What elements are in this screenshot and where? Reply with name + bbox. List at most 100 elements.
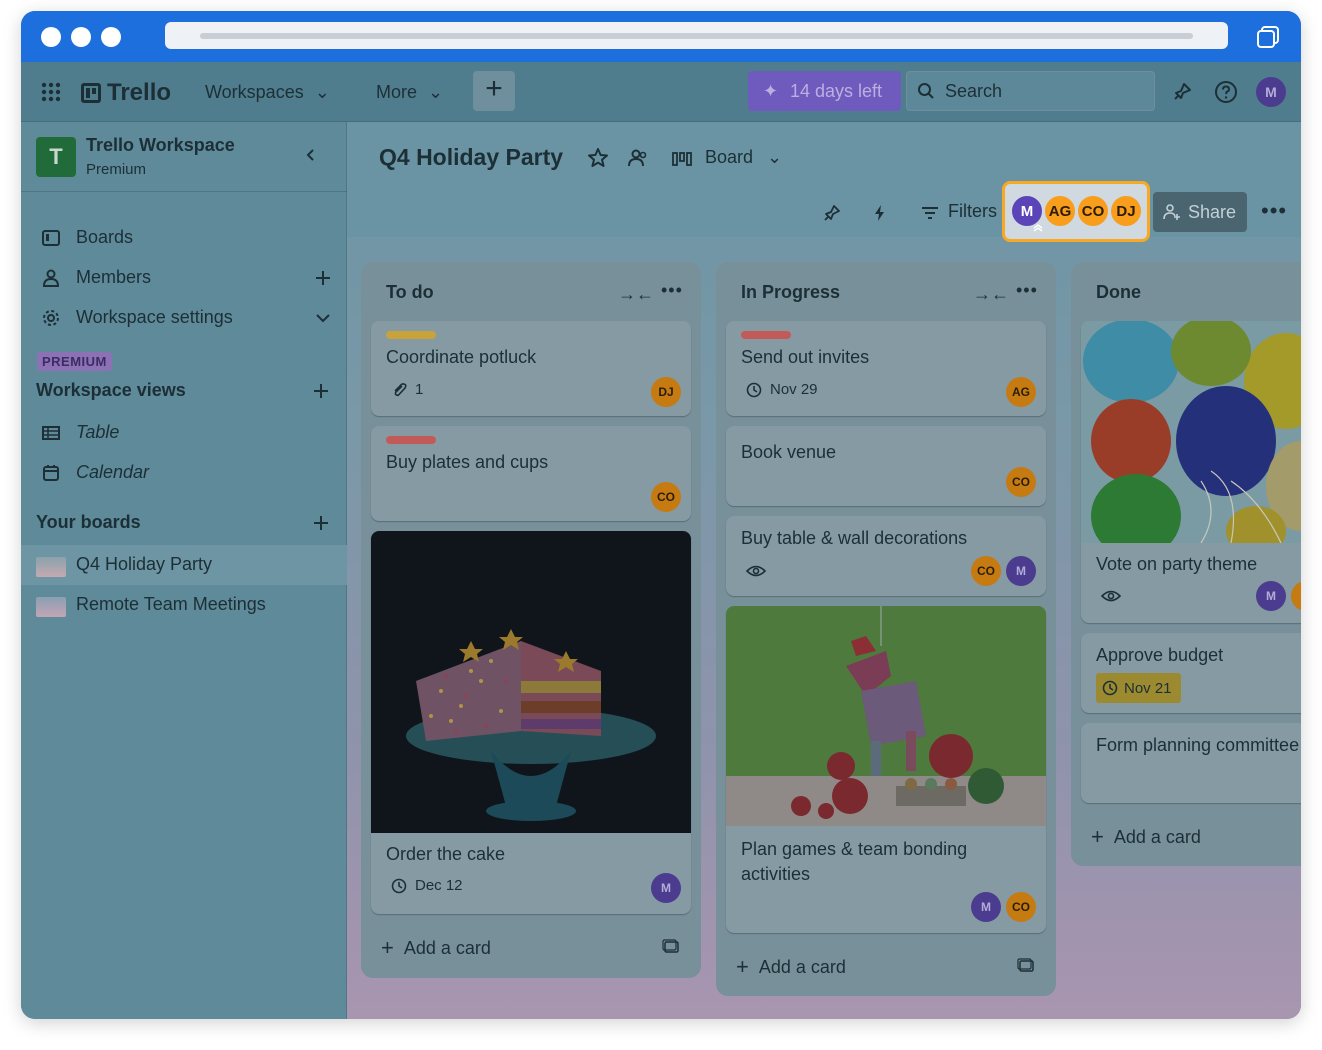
board-link-q4-holiday-party[interactable]: Q4 Holiday Party [21, 545, 347, 585]
create-button[interactable]: + [473, 71, 515, 111]
card-member-avatar[interactable]: M [1256, 581, 1286, 611]
cake-cover-image [371, 531, 691, 833]
card-member-avatar[interactable]: M [1006, 556, 1036, 586]
power-ups-icon[interactable] [821, 202, 843, 224]
board-members[interactable]: M AG CO DJ [1002, 181, 1150, 242]
sidebar-item-workspace-settings[interactable]: Workspace settings [21, 298, 347, 338]
card-member-avatar[interactable]: DJ [651, 377, 681, 407]
trial-label: 14 days left [790, 81, 883, 101]
card-member-avatar[interactable]: CO [1006, 467, 1036, 497]
card-badges: 1 [391, 381, 423, 398]
your-boards-heading: Your boards [36, 512, 141, 532]
card-label-red[interactable] [386, 436, 436, 444]
sidebar-item-calendar[interactable]: Calendar [21, 453, 347, 493]
card-buy-table-wall-decorations[interactable]: Buy table & wall decorations CO M [726, 516, 1046, 596]
window-close-dot[interactable] [41, 27, 61, 47]
board-link-remote-team-meetings[interactable]: Remote Team Meetings [21, 585, 347, 625]
board-canvas: Q4 Holiday Party Board ⌄ Filters M AG CO … [347, 122, 1301, 1019]
workspace-name[interactable]: Trello Workspace [86, 135, 235, 156]
sidebar-item-boards[interactable]: Boards [21, 218, 347, 258]
collapse-list-icon[interactable]: →← [973, 284, 1009, 304]
automation-icon[interactable] [869, 202, 891, 224]
list-title[interactable]: In Progress [741, 282, 840, 303]
help-icon[interactable] [1214, 80, 1238, 104]
list-title[interactable]: Done [1096, 282, 1141, 303]
list-menu-icon[interactable]: ••• [1016, 280, 1038, 300]
notifications-icon[interactable] [1170, 80, 1194, 104]
card-vote-on-party-theme[interactable]: Vote on party theme M [1081, 321, 1301, 623]
trello-logo[interactable]: Trello [81, 79, 171, 107]
chevron-down-icon: ⌄ [314, 82, 330, 102]
collapse-sidebar-icon[interactable] [302, 146, 320, 164]
search-icon [918, 83, 934, 99]
member-avatar[interactable]: CO [1076, 194, 1110, 228]
board-menu-icon[interactable]: ••• [1261, 198, 1287, 224]
search-input[interactable]: Search [906, 71, 1155, 111]
address-bar[interactable] [165, 22, 1228, 49]
browser-chrome [21, 11, 1301, 62]
list-menu-icon[interactable]: ••• [661, 280, 683, 300]
card-label-red[interactable] [741, 331, 791, 339]
add-board-icon[interactable] [311, 513, 331, 533]
sidebar-item-table[interactable]: Table [21, 413, 347, 453]
member-avatar[interactable]: AG [1043, 194, 1077, 228]
card-label-yellow[interactable] [386, 331, 436, 339]
sparkle-icon: ✦ [763, 81, 779, 101]
list-title[interactable]: To do [386, 282, 434, 303]
more-menu[interactable]: More ⌄ [376, 82, 443, 103]
card-template-icon[interactable] [1017, 958, 1035, 974]
window-minimize-dot[interactable] [71, 27, 91, 47]
board-view-switcher[interactable]: Board ⌄ [705, 147, 782, 168]
chevron-down-icon[interactable] [313, 308, 333, 328]
card-member-avatar-partial[interactable] [1291, 581, 1301, 611]
card-member-avatar[interactable]: AG [1006, 377, 1036, 407]
window-zoom-dot[interactable] [101, 27, 121, 47]
card-form-planning-committee[interactable]: Form planning committee [1081, 723, 1301, 803]
add-card-label: Add a card [403, 938, 491, 958]
add-person-icon [1163, 204, 1180, 220]
card-member-avatar[interactable]: M [651, 873, 681, 903]
add-card-button[interactable]: + Add a card [381, 934, 491, 960]
table-icon [42, 426, 60, 440]
plus-icon: + [736, 954, 749, 979]
member-avatar[interactable]: DJ [1109, 194, 1143, 228]
card-member-avatar[interactable]: CO [1006, 892, 1036, 922]
card-order-the-cake[interactable]: Order the cake Dec 12 M [371, 531, 691, 914]
card-due-date: Nov 29 [746, 381, 818, 398]
card-member-avatar[interactable]: CO [971, 556, 1001, 586]
sidebar-item-members[interactable]: Members [21, 258, 347, 298]
sidebar-item-label: Table [76, 422, 120, 442]
watching-eye-icon [746, 565, 766, 577]
add-card-button[interactable]: + Add a card [736, 953, 846, 979]
card-send-out-invites[interactable]: Send out invites Nov 29 AG [726, 321, 1046, 416]
app-switcher-icon[interactable] [41, 82, 61, 102]
board-title[interactable]: Q4 Holiday Party [379, 144, 563, 171]
board-icon [42, 230, 60, 246]
card-buy-plates-and-cups[interactable]: Buy plates and cups CO [371, 426, 691, 521]
due-date-text: Nov 29 [770, 381, 818, 398]
tabs-icon[interactable] [1255, 24, 1281, 50]
list-in-progress: In Progress →← ••• Send out invites Nov … [716, 262, 1056, 996]
add-card-button[interactable]: + Add a card [1091, 823, 1201, 849]
card-due-date-badge[interactable]: Nov 21 [1096, 673, 1181, 703]
star-icon[interactable] [587, 147, 609, 169]
card-template-icon[interactable] [662, 939, 680, 955]
user-avatar[interactable]: M [1256, 77, 1286, 107]
visibility-workspace-icon[interactable] [627, 147, 649, 169]
share-button[interactable]: Share [1153, 192, 1247, 232]
card-book-venue[interactable]: Book venue CO [726, 426, 1046, 506]
filters-button[interactable]: Filters [948, 201, 997, 222]
add-view-icon[interactable] [311, 381, 331, 401]
trial-button[interactable]: ✦ 14 days left [748, 71, 901, 111]
card-member-avatar[interactable]: M [971, 892, 1001, 922]
card-coordinate-potluck[interactable]: Coordinate potluck 1 DJ [371, 321, 691, 416]
card-plan-games-team-bonding[interactable]: Plan games & team bonding activities M C… [726, 606, 1046, 933]
collapse-list-icon[interactable]: →← [618, 284, 654, 304]
card-member-avatar[interactable]: CO [651, 482, 681, 512]
filter-icon [922, 207, 938, 219]
card-approve-budget[interactable]: Approve budget Nov 21 [1081, 633, 1301, 713]
workspaces-menu[interactable]: Workspaces ⌄ [205, 82, 330, 103]
add-member-icon[interactable] [313, 268, 333, 288]
workspace-logo[interactable]: T [36, 137, 76, 177]
due-date-text: Dec 12 [415, 877, 463, 894]
